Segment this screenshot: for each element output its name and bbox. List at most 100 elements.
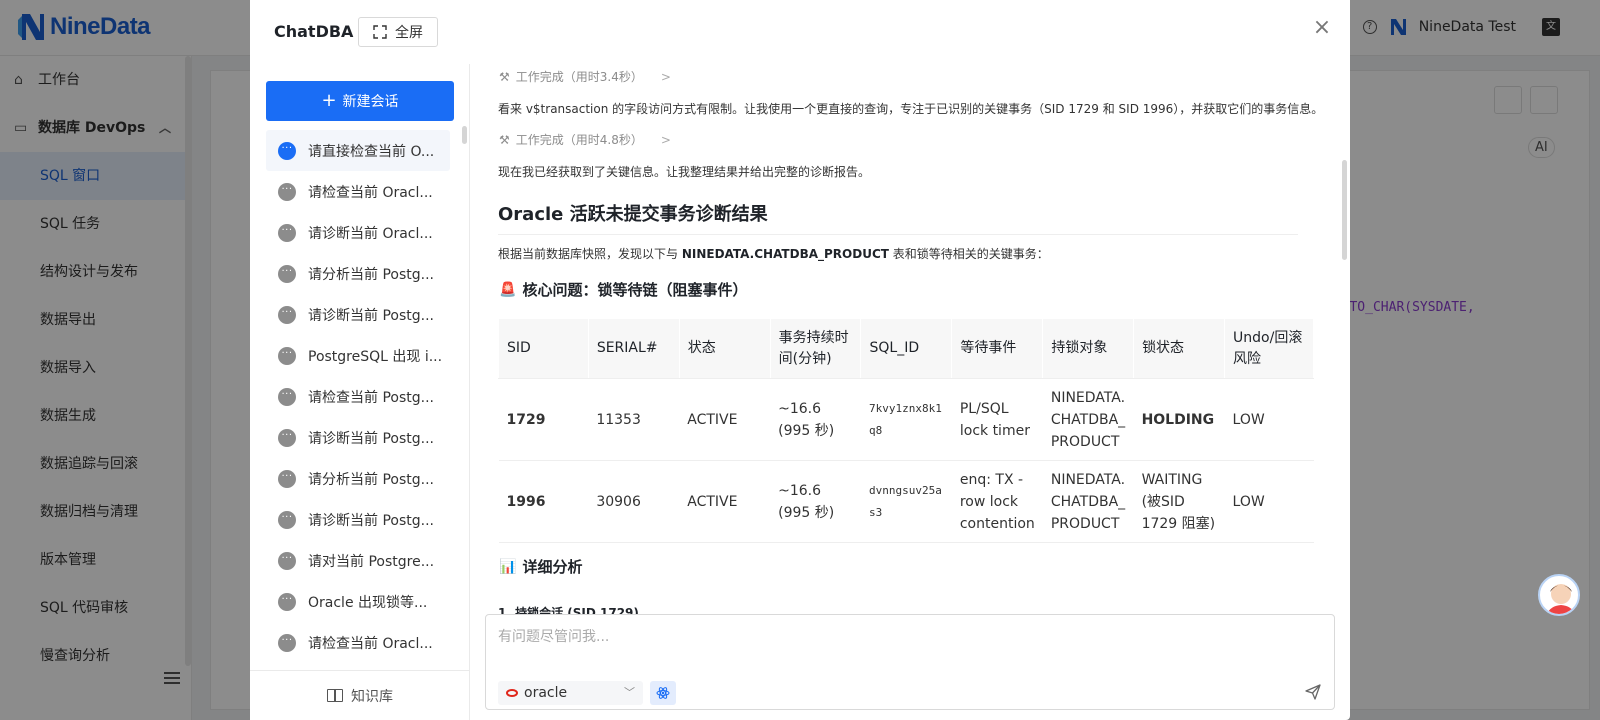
intro-table-name: NINEDATA.CHATDBA_PRODUCT — [681, 247, 889, 261]
table-header-row: SID SERIAL# 状态 事务持续时间(分钟) SQL_ID 等待事件 持锁… — [498, 318, 1314, 379]
intro-text: 根据当前数据库快照，发现以下与 — [498, 247, 682, 261]
oracle-icon — [506, 689, 518, 697]
conversation-item[interactable]: ··· 请直接检查当前 O... — [266, 130, 450, 171]
conversation-label: PostgreSQL 出现 i... — [308, 348, 443, 365]
column-header: 持锁对象 — [1042, 318, 1135, 379]
conversation-label: 请直接检查当前 O... — [308, 143, 435, 160]
conversation-list: ··· 请直接检查当前 O... ··· 请检查当前 Oracl... ··· 请诊断… — [266, 130, 450, 663]
chat-bubble-icon: ··· — [278, 551, 296, 570]
cell-sid: 1729 — [498, 378, 589, 461]
chat-input[interactable] — [498, 625, 1318, 649]
new-chat-label: 新建会话 — [342, 94, 399, 110]
cell-serial: 11353 — [588, 378, 680, 461]
cell-lock-status: WAITING (被SID 1729 阻塞) — [1133, 460, 1225, 543]
cell-lock-object: NINEDATA.CHATDBA_PRODUCT — [1042, 378, 1134, 461]
chat-bubble-icon: ··· — [278, 305, 296, 324]
conversation-item[interactable]: ··· 请诊断当前 Postg... — [266, 417, 450, 458]
message-paragraph: 看来 v$transaction 的字段访问方式有限制。让我使用一个更直接的查询… — [498, 102, 1324, 116]
cell-duration: ~16.6 (995 秒) — [770, 378, 861, 461]
conversation-item[interactable]: ··· 请检查当前 Oracl... — [266, 622, 450, 663]
cell-status: ACTIVE — [679, 378, 771, 461]
database-type-value: oracle — [524, 685, 568, 701]
conversation-scrollbar[interactable] — [462, 126, 467, 144]
conversation-item[interactable]: ··· PostgreSQL 出现 i... — [266, 335, 450, 376]
chevron-down-icon: ﹀ — [624, 686, 635, 699]
cell-lock-object: NINEDATA.CHATDBA_PRODUCT — [1042, 460, 1134, 543]
conversation-item[interactable]: ··· 请诊断当前 Postg... — [266, 294, 450, 335]
column-header: Undo/回滚风险 — [1224, 318, 1314, 379]
expand-icon — [373, 25, 387, 39]
column-header: 状态 — [678, 318, 771, 379]
modal-title: ChatDBA — [274, 22, 354, 41]
cell-serial: 30906 — [588, 460, 680, 543]
detail-heading-label: 详细分析 — [522, 558, 583, 576]
chat-bubble-icon: ··· — [278, 223, 296, 242]
column-header: SERIAL# — [587, 318, 680, 379]
close-icon[interactable]: × — [1312, 17, 1332, 39]
cell-wait-event: PL/SQL lock timer — [951, 378, 1043, 461]
report-intro: 根据当前数据库快照，发现以下与 NINEDATA.CHATDBA_PRODUCT… — [498, 245, 1049, 262]
new-chat-button[interactable]: + 新建会话 — [266, 81, 454, 121]
conversation-label: Oracle 出现锁等... — [308, 594, 428, 611]
cell-undo-risk: LOW — [1224, 460, 1314, 543]
chat-bubble-icon: ··· — [278, 510, 296, 529]
chat-bubble-icon: ··· — [278, 182, 296, 201]
diagnosis-table: SID SERIAL# 状态 事务持续时间(分钟) SQL_ID 等待事件 持锁… — [498, 318, 1314, 543]
conversation-item[interactable]: ··· 请诊断当前 Postg... — [266, 499, 450, 540]
conversation-item[interactable]: ··· 请检查当前 Oracl... — [266, 171, 450, 212]
chevron-right-icon: > — [660, 69, 671, 84]
cell-duration: ~16.6 (995 秒) — [770, 460, 861, 543]
chat-bubble-icon: ··· — [278, 141, 296, 160]
detail-heading: 📊 详细分析 — [499, 556, 582, 577]
cell-lock-status: HOLDING — [1133, 378, 1225, 461]
conversation-label: 请诊断当前 Postg... — [308, 430, 434, 447]
table-row: 1996 30906 ACTIVE ~16.6 (995 秒) dvnngsuv… — [498, 460, 1314, 543]
wrench-icon: ⚒ — [499, 132, 510, 147]
chat-bubble-icon: ··· — [278, 346, 296, 365]
chat-message-area: ⚒ 工作完成（用时3.4秒） > 看来 v$transaction 的字段访问方… — [471, 64, 1350, 614]
chat-scrollbar[interactable] — [1342, 160, 1347, 260]
chat-bubble-icon: ··· — [278, 428, 296, 447]
chat-bubble-icon: ··· — [278, 633, 296, 652]
conversation-label: 请检查当前 Oracl... — [308, 184, 433, 201]
cell-sql-id: dvnngsuv25as3 — [860, 460, 952, 543]
conversation-panel: + 新建会话 ··· 请直接检查当前 O... ··· 请检查当前 Oracl...… — [250, 64, 470, 720]
conversation-label: 请对当前 Postgre... — [308, 553, 435, 570]
conversation-item[interactable]: ··· 请分析当前 Postg... — [266, 253, 450, 294]
chat-bubble-icon: ··· — [278, 592, 296, 611]
plus-icon: + — [321, 90, 337, 111]
conversation-item[interactable]: ··· Oracle 出现锁等... — [266, 581, 450, 622]
fullscreen-button[interactable]: 全屏 — [358, 17, 438, 47]
conversation-item[interactable]: ··· 请诊断当前 Oracl... — [266, 212, 450, 253]
work-step-toggle[interactable]: ⚒ 工作完成（用时3.4秒） > — [499, 68, 671, 85]
chevron-right-icon: > — [660, 132, 671, 147]
fullscreen-label: 全屏 — [395, 25, 423, 41]
conversation-item[interactable]: ··· 请分析当前 Postg... — [266, 458, 450, 499]
conversation-item[interactable]: ··· 请对当前 Postgre... — [266, 540, 450, 581]
atom-mode-button[interactable] — [650, 681, 676, 705]
conversation-label: 请检查当前 Oracl... — [308, 635, 433, 652]
column-header: SID — [498, 318, 589, 379]
cell-wait-event: enq: TX - row lock contention — [951, 460, 1043, 543]
book-icon — [327, 689, 343, 702]
cell-status: ACTIVE — [679, 460, 771, 543]
chat-input-box: oracle ﹀ — [485, 614, 1335, 710]
cell-sid: 1996 — [498, 460, 589, 543]
work-step-label: 工作完成（用时4.8秒） — [515, 133, 643, 147]
intro-text: 表和锁等待相关的关键事务： — [888, 247, 1049, 261]
database-type-select[interactable]: oracle ﹀ — [498, 681, 643, 705]
conversation-item[interactable]: ··· 请检查当前 Postg... — [266, 376, 450, 417]
send-icon[interactable] — [1304, 683, 1322, 701]
column-header: SQL_ID — [860, 318, 953, 379]
column-header: 等待事件 — [951, 318, 1044, 379]
knowledge-base-button[interactable]: 知识库 — [250, 670, 470, 720]
conversation-label: 请诊断当前 Oracl... — [308, 225, 433, 242]
cell-undo-risk: LOW — [1224, 378, 1314, 461]
work-step-toggle[interactable]: ⚒ 工作完成（用时4.8秒） > — [499, 131, 671, 148]
chat-bubble-icon: ··· — [278, 469, 296, 488]
conversation-label: 请诊断当前 Postg... — [308, 307, 434, 324]
report-heading: Oracle 活跃未提交事务诊断结果 — [498, 200, 1298, 235]
assistant-avatar[interactable] — [1538, 574, 1580, 616]
core-issue-heading: 🚨 核心问题：锁等待链（阻塞事件） — [499, 279, 747, 300]
message-paragraph: 现在我已经获取到了关键信息。让我整理结果并给出完整的诊断报告。 — [498, 165, 871, 179]
